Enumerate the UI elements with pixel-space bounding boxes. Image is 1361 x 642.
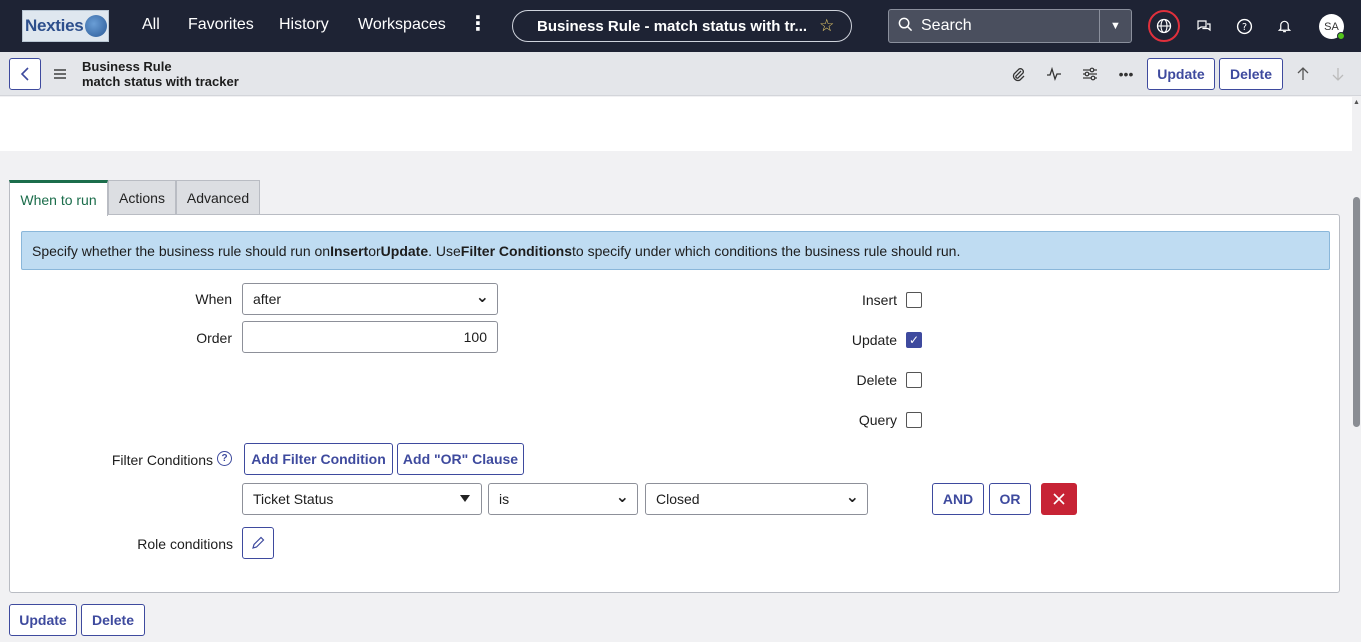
- previous-record-arrow-icon[interactable]: [1293, 64, 1313, 84]
- condition-field-select[interactable]: Ticket Status: [242, 483, 482, 515]
- user-avatar[interactable]: SA: [1319, 14, 1345, 40]
- page-scrollbar[interactable]: ▲: [1352, 97, 1361, 642]
- more-options-icon[interactable]: •••: [1116, 64, 1136, 84]
- chat-icon[interactable]: [1192, 14, 1216, 38]
- nav-workspaces[interactable]: Workspaces: [358, 16, 446, 34]
- search-input[interactable]: Search: [921, 17, 1099, 35]
- next-record-arrow-icon[interactable]: [1328, 64, 1348, 84]
- filter-conditions-label: Filter Conditions: [111, 452, 213, 468]
- context-menu-icon[interactable]: [54, 66, 68, 82]
- insert-checkbox[interactable]: [906, 292, 922, 308]
- notifications-bell-icon[interactable]: [1272, 14, 1296, 38]
- search-icon: [889, 17, 921, 36]
- delete-button[interactable]: Delete: [1219, 58, 1283, 90]
- info-bold-insert: Insert: [330, 242, 369, 259]
- order-value: 100: [463, 329, 487, 345]
- footer-update-button[interactable]: Update: [9, 604, 77, 636]
- delete-label: Delete: [856, 372, 897, 388]
- when-label: When: [195, 291, 232, 307]
- record-title: Business Rule - match status with tr...: [537, 17, 808, 35]
- info-bold-filter-conditions: Filter Conditions: [460, 242, 573, 259]
- company-logo[interactable]: Nexties: [22, 10, 109, 42]
- user-initials: SA: [1324, 20, 1339, 33]
- tab-actions[interactable]: Actions: [108, 180, 176, 215]
- condition-value: Closed: [656, 491, 700, 507]
- svg-text:?: ?: [1241, 22, 1246, 33]
- condition-value-select[interactable]: Closed: [645, 483, 868, 515]
- order-input[interactable]: 100: [242, 321, 498, 353]
- close-icon: [1053, 493, 1065, 505]
- tab-when-to-run[interactable]: When to run: [9, 180, 108, 216]
- tab-advanced[interactable]: Advanced: [176, 180, 260, 215]
- form-header: Business Rule match status with tracker …: [0, 52, 1361, 96]
- logo-text: Nexties: [25, 16, 84, 35]
- pencil-icon: [252, 536, 265, 549]
- when-to-run-panel: Specify whether the business rule should…: [9, 214, 1340, 593]
- condition-operator-select[interactable]: is: [488, 483, 638, 515]
- logo-emblem-icon: [85, 15, 108, 37]
- update-label: Update: [851, 332, 897, 348]
- condition-field-value: Ticket Status: [253, 491, 334, 507]
- update-checkbox[interactable]: ✓: [906, 332, 922, 348]
- info-text: or: [368, 242, 381, 259]
- role-conditions-label: Role conditions: [137, 536, 233, 552]
- add-or-clause-button[interactable]: Add "OR" Clause: [397, 443, 524, 475]
- caret-down-icon: [460, 495, 470, 502]
- scrollbar-thumb[interactable]: [1353, 197, 1360, 427]
- help-icon[interactable]: ?: [1232, 14, 1256, 38]
- delete-checkbox[interactable]: [906, 372, 922, 388]
- top-navigation: Nexties All Favorites History Workspaces…: [0, 0, 1361, 52]
- when-select[interactable]: after: [242, 283, 498, 315]
- condition-operator-value: is: [499, 491, 510, 507]
- favorite-star-icon[interactable]: ☆: [819, 16, 834, 36]
- update-button[interactable]: Update: [1147, 58, 1215, 90]
- global-search[interactable]: Search ▼: [888, 9, 1132, 43]
- nav-favorites[interactable]: Favorites: [188, 16, 254, 34]
- record-name: match status with tracker: [82, 74, 239, 89]
- help-question-icon[interactable]: ?: [217, 451, 232, 466]
- remove-condition-button[interactable]: [1041, 483, 1077, 515]
- edit-role-conditions-button[interactable]: [242, 527, 274, 559]
- scroll-up-arrow-icon[interactable]: ▲: [1353, 99, 1360, 106]
- search-scope-dropdown-icon[interactable]: ▼: [1099, 10, 1131, 42]
- back-button[interactable]: [9, 58, 41, 90]
- info-message: Specify whether the business rule should…: [21, 231, 1330, 270]
- add-filter-condition-button[interactable]: Add Filter Condition: [244, 443, 393, 475]
- nav-all[interactable]: All: [142, 16, 160, 34]
- settings-sliders-icon[interactable]: [1080, 64, 1100, 84]
- when-value: after: [253, 291, 282, 307]
- query-checkbox[interactable]: [906, 412, 922, 428]
- vertical-ellipsis-icon[interactable]: ⋮: [468, 12, 488, 36]
- insert-label: Insert: [861, 292, 897, 308]
- info-text: . Use: [428, 242, 461, 259]
- and-button[interactable]: AND: [932, 483, 984, 515]
- attachment-icon[interactable]: [1008, 64, 1028, 84]
- info-bold-update: Update: [380, 242, 429, 259]
- or-button[interactable]: OR: [989, 483, 1031, 515]
- footer-delete-button[interactable]: Delete: [81, 604, 145, 636]
- order-label: Order: [196, 330, 232, 346]
- record-type: Business Rule: [82, 59, 172, 74]
- activity-icon[interactable]: [1044, 64, 1064, 84]
- record-title-pill[interactable]: Business Rule - match status with tr... …: [512, 10, 852, 42]
- nav-history[interactable]: History: [279, 16, 329, 34]
- info-text: to specify under which conditions the bu…: [572, 242, 961, 259]
- online-status-icon: [1337, 32, 1345, 40]
- query-label: Query: [858, 412, 897, 428]
- form-top-area: [0, 97, 1352, 151]
- globe-icon[interactable]: [1148, 10, 1180, 42]
- info-text: Specify whether the business rule should…: [32, 242, 331, 259]
